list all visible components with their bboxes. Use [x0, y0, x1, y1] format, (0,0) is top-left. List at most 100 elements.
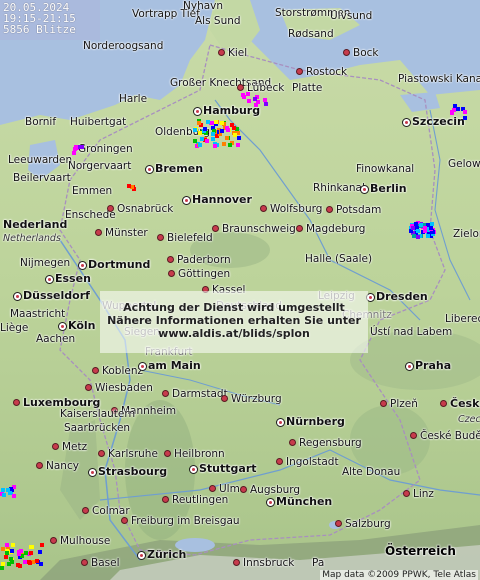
city-label: Nyhavn — [183, 0, 224, 12]
city-label: Innsbruck — [243, 557, 295, 569]
city-label: Mulhouse — [60, 535, 111, 547]
city-label: Hamburg — [203, 104, 261, 117]
city-dot — [85, 384, 92, 391]
city-dot — [405, 362, 414, 371]
city-label: Linz — [413, 488, 434, 500]
city-dot — [50, 537, 57, 544]
city-dot — [189, 465, 198, 474]
city-label: Kiel — [228, 47, 248, 59]
city-label: Heilbronn — [174, 448, 225, 460]
city-label: Nijmegen — [20, 257, 71, 269]
city-dot — [343, 49, 350, 56]
city-label: Wolfsburg — [270, 203, 323, 215]
city-dot — [237, 84, 244, 91]
city-dot — [360, 185, 369, 194]
city-label: Platte — [292, 82, 323, 94]
city-label: Pa — [312, 557, 325, 569]
city-label: Bock — [353, 47, 379, 59]
city-label: Ústí nad Labem — [370, 326, 453, 338]
city-dot — [58, 322, 67, 331]
city-label: Dortmund — [88, 258, 151, 271]
city-dot — [13, 399, 20, 406]
city-label: Berlin — [370, 182, 407, 195]
city-dot — [209, 485, 216, 492]
city-dot — [240, 486, 247, 493]
city-label: Essen — [55, 272, 91, 285]
city-label: Hannover — [192, 193, 252, 206]
city-dot — [13, 292, 22, 301]
city-label: Norderoogsand — [83, 40, 164, 52]
city-label: Darmstadt — [172, 388, 228, 400]
city-label: Ingolstadt — [286, 456, 339, 468]
city-label: Zürich — [147, 548, 187, 561]
info-box: 20.05.2024 19:15-21:15 5856 Blitze — [0, 0, 100, 40]
city-dot — [162, 496, 169, 503]
city-label: Maastricht — [10, 308, 66, 320]
city-label: Saarbrücken — [64, 422, 131, 434]
lightning-map[interactable]: Vortrapp Tief Nyhavn Als Sund Storstrømmen U… — [0, 0, 480, 580]
city-dot — [45, 275, 54, 284]
notice-link[interactable]: www.aldis.at/blids/splon — [100, 327, 368, 340]
city-label: Halle (Saale) — [305, 253, 373, 265]
city-dot — [233, 559, 240, 566]
city-label: am Main — [148, 359, 201, 372]
city-label: Bornif — [25, 116, 57, 128]
city-label: Karlsruhe — [108, 448, 158, 460]
city-label: Colmar — [92, 505, 130, 517]
city-label: Finowkanal — [356, 163, 415, 175]
city-label: München — [276, 495, 333, 508]
stroke-count-text: 5856 Blitze — [3, 23, 76, 36]
city-label: Rostock — [306, 66, 348, 78]
notice-banner: Achtung der Dienst wird umgestellt Näher… — [100, 291, 368, 353]
city-label: Osnabrück — [117, 203, 174, 215]
city-dot — [218, 49, 225, 56]
city-label: Dresden — [376, 290, 428, 303]
city-label: Bielefeld — [167, 232, 213, 244]
city-dot — [276, 418, 285, 427]
city-dot — [260, 205, 267, 212]
city-label: Reutlingen — [172, 494, 229, 506]
city-label: Gelow — [448, 158, 480, 170]
city-label: Basel — [91, 557, 120, 569]
city-label: České Budějovice — [420, 430, 480, 442]
city-dot — [335, 520, 342, 527]
city-label: Regensburg — [299, 437, 362, 449]
city-dot — [403, 490, 410, 497]
city-dot — [81, 559, 88, 566]
city-label: Alte Donau — [342, 466, 401, 478]
city-dot — [296, 225, 303, 232]
city-label: Stuttgart — [199, 462, 257, 475]
city-dot — [78, 261, 87, 270]
city-dot — [145, 165, 154, 174]
city-label: Koblenz — [102, 365, 143, 377]
city-dot — [402, 118, 411, 127]
city-label: Szczecin — [412, 115, 465, 128]
city-dot — [162, 390, 169, 397]
city-dot — [98, 450, 105, 457]
city-label: Magdeburg — [306, 223, 366, 235]
city-dot — [410, 432, 417, 439]
city-dot — [193, 107, 202, 116]
city-label: Nürnberg — [286, 415, 345, 428]
city-dot — [138, 362, 147, 371]
city-label: Liège — [0, 322, 29, 334]
city-dot — [92, 367, 99, 374]
city-label: Bremen — [155, 162, 204, 175]
city-label: Liberec — [445, 313, 480, 325]
city-dot — [121, 517, 128, 524]
city-label: Potsdam — [336, 204, 382, 216]
city-label: Paderborn — [177, 254, 231, 266]
city-dot — [221, 395, 228, 402]
city-dot — [276, 458, 283, 465]
city-label: Plzeň — [390, 398, 418, 410]
city-label: Huibertgat — [70, 116, 127, 128]
city-label: Göttingen — [178, 268, 231, 280]
city-label: Als Sund — [195, 15, 241, 27]
city-dot — [157, 234, 164, 241]
city-label: Metz — [62, 441, 88, 453]
city-label: Kaiserslautern — [60, 408, 136, 420]
city-dot — [88, 468, 97, 477]
city-label: Leeuwarden — [8, 154, 73, 166]
city-dot — [107, 205, 114, 212]
city-dot — [296, 68, 303, 75]
